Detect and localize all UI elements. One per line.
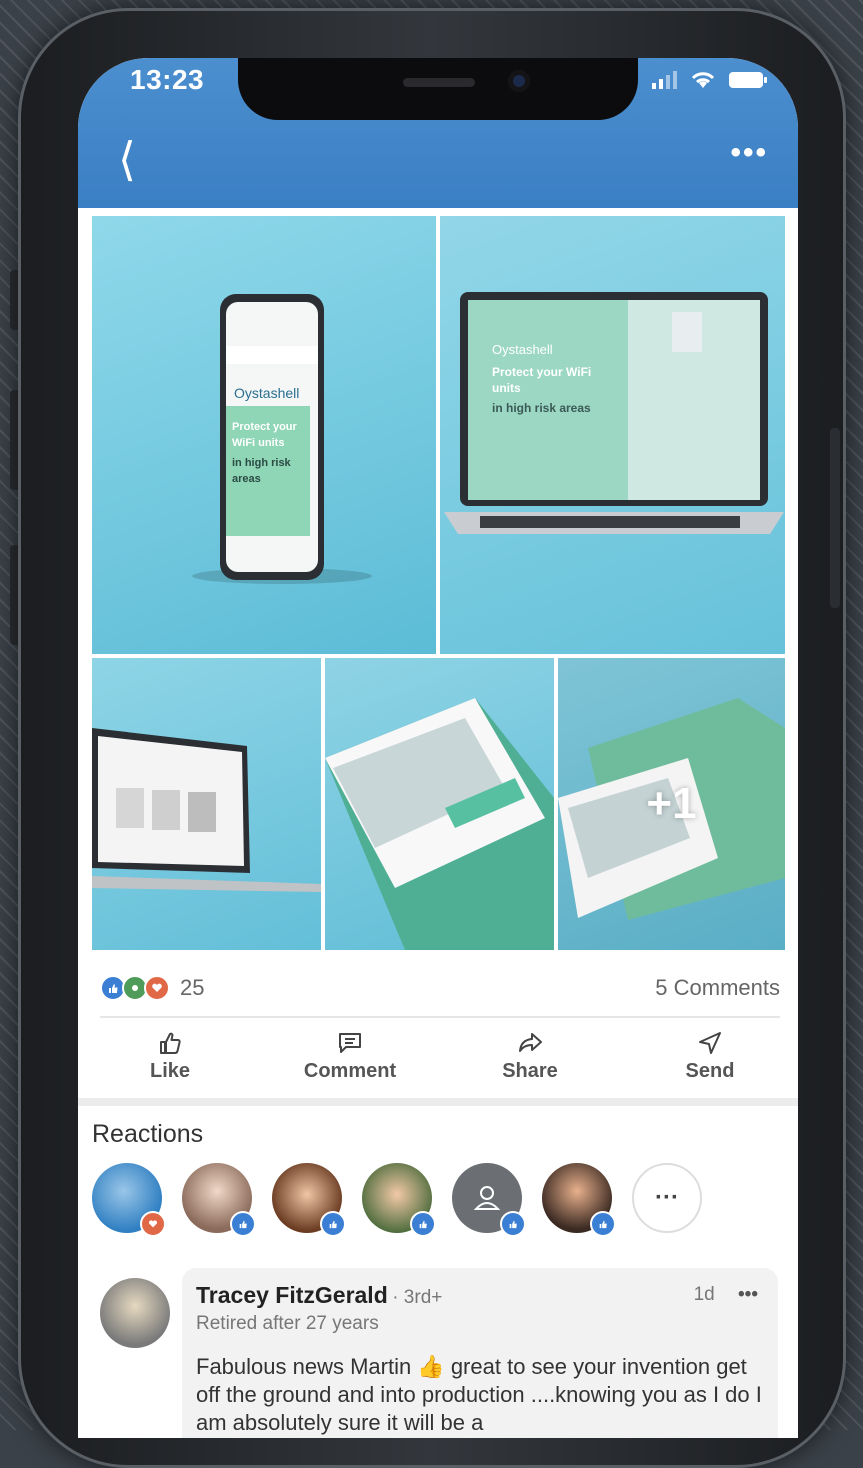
- more-dots-icon[interactable]: •••: [730, 138, 768, 168]
- like-label: Like: [149, 1060, 191, 1082]
- avatar[interactable]: [182, 1163, 256, 1237]
- front-camera: [508, 70, 530, 92]
- like-badge-icon: [500, 1211, 526, 1237]
- back-chevron-icon[interactable]: ⟨: [118, 136, 136, 182]
- laptop-mockup-illustration: Oystashell Protect your WiFi units in hi…: [444, 292, 784, 534]
- send-paper-plane-icon: [699, 1032, 721, 1054]
- comment-more-icon[interactable]: •••: [738, 1284, 758, 1305]
- share-arrow-icon: [519, 1033, 542, 1052]
- speaker: [403, 78, 475, 87]
- commenter-avatar[interactable]: [100, 1278, 170, 1348]
- divider: [100, 1016, 780, 1018]
- svg-text:units: units: [492, 381, 521, 395]
- share-label: Share: [502, 1060, 558, 1082]
- svg-text:Protect your WiFi: Protect your WiFi: [492, 365, 591, 379]
- comment-bubble: Tracey FitzGerald · 3rd+ 1d ••• Retired …: [182, 1268, 778, 1438]
- app-header: 13:23 ⟨ •••: [78, 58, 798, 208]
- wifi-icon: [691, 72, 715, 88]
- comments-count-link[interactable]: 5 Comments: [655, 975, 780, 1001]
- comment-label: Comment: [303, 1060, 397, 1082]
- svg-text:areas: areas: [232, 473, 261, 485]
- thumbs-up-icon: [160, 1032, 181, 1054]
- image-gallery: Oystashell Protect your WiFi units in hi…: [92, 216, 785, 950]
- svg-text:in high risk: in high risk: [232, 457, 292, 469]
- gallery-image-phone-mockup[interactable]: Oystashell Protect your WiFi units in hi…: [92, 216, 436, 654]
- share-button[interactable]: Share: [460, 1030, 600, 1090]
- commenter-name[interactable]: Tracey FitzGerald: [196, 1282, 388, 1308]
- avatar[interactable]: [362, 1163, 436, 1237]
- svg-text:Protect your: Protect your: [232, 421, 298, 433]
- love-reaction-icon: [144, 975, 170, 1001]
- reaction-count[interactable]: 25: [180, 975, 204, 1001]
- notch: [238, 58, 638, 120]
- phone-mockup-illustration: Oystashell Protect your WiFi units in hi…: [192, 294, 372, 584]
- connection-degree: · 3rd+: [392, 1287, 443, 1308]
- gallery-image-brochure[interactable]: [325, 658, 554, 950]
- brochure-illustration: [325, 698, 554, 950]
- svg-text:WiFi units: WiFi units: [232, 437, 284, 449]
- gallery-image-laptop-products[interactable]: [92, 658, 321, 950]
- signal-icon: [652, 71, 677, 89]
- avatar[interactable]: [272, 1163, 346, 1237]
- battery-icon: [729, 72, 767, 88]
- person-placeholder-icon: [473, 1186, 501, 1210]
- phone-screen: 13:23 ⟨ ••• Oystashell Protect your WiFi…: [78, 58, 798, 1438]
- send-label: Send: [685, 1060, 735, 1082]
- more-images-overlay[interactable]: +1: [558, 658, 785, 950]
- comment-text: Fabulous news Martin 👍 great to see your…: [196, 1354, 762, 1435]
- engagement-summary: 25 5 Comments: [100, 970, 780, 1006]
- laptop-products-illustration: [92, 728, 321, 892]
- status-icons: [652, 70, 768, 90]
- comment-button[interactable]: Comment: [280, 1030, 420, 1090]
- like-badge-icon: [320, 1211, 346, 1237]
- reactor-avatars: ···: [92, 1163, 702, 1237]
- post-actions: Like Comment Share Send: [100, 1030, 780, 1090]
- reactions-heading: Reactions: [92, 1120, 204, 1148]
- like-badge-icon: [230, 1211, 256, 1237]
- like-badge-icon: [590, 1211, 616, 1237]
- avatar[interactable]: [542, 1163, 616, 1237]
- commenter-headline: Retired after 27 years: [196, 1313, 379, 1334]
- reaction-icons[interactable]: 25: [100, 975, 204, 1001]
- love-badge-icon: [140, 1211, 166, 1237]
- status-time: 13:23: [130, 64, 205, 95]
- gallery-image-laptop-mockup[interactable]: Oystashell Protect your WiFi units in hi…: [440, 216, 785, 654]
- like-badge-icon: [410, 1211, 436, 1237]
- send-button[interactable]: Send: [640, 1030, 780, 1090]
- comment-time-and-menu: 1d •••: [694, 1284, 758, 1306]
- section-divider: [78, 1098, 798, 1106]
- power-button: [830, 428, 840, 608]
- comment-time: 1d: [693, 1284, 715, 1305]
- svg-text:in high risk areas: in high risk areas: [492, 401, 591, 415]
- gallery-image-brochure-open[interactable]: +1: [558, 658, 785, 950]
- like-button[interactable]: Like: [100, 1030, 240, 1090]
- avatar-placeholder[interactable]: [452, 1163, 526, 1237]
- laptop-mockup-brand: Oystashell: [492, 342, 553, 357]
- more-reactions-button[interactable]: ···: [632, 1163, 702, 1233]
- phone-mockup-brand: Oystashell: [234, 385, 299, 401]
- avatar[interactable]: [92, 1163, 166, 1237]
- comment-icon: [339, 1033, 361, 1053]
